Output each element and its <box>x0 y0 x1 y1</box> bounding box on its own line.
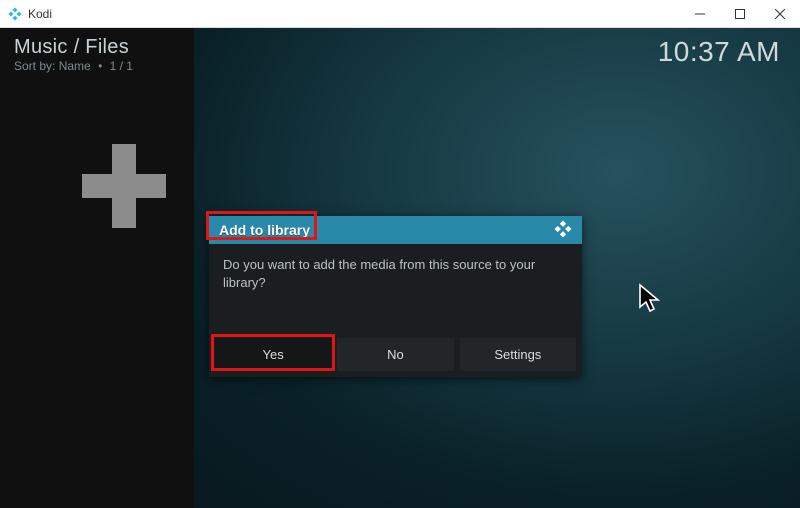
separator-dot: • <box>98 59 102 73</box>
window-minimize-button[interactable] <box>680 0 720 27</box>
app-window: Kodi Music / Files Sort by: Name • 1 / 1 <box>0 0 800 508</box>
window-title: Kodi <box>28 7 680 21</box>
no-button[interactable]: No <box>337 338 453 371</box>
cursor-icon <box>637 283 665 320</box>
add-source-button[interactable] <box>76 138 172 239</box>
dialog-message: Do you want to add the media from this s… <box>209 244 582 332</box>
kodi-logo-icon <box>8 7 22 21</box>
pagination-value: 1 / 1 <box>110 59 133 73</box>
add-to-library-dialog: Add to library Do you want to add the me… <box>209 216 582 377</box>
sort-value[interactable]: Name <box>59 59 91 73</box>
window-close-button[interactable] <box>760 0 800 27</box>
kodi-logo-icon <box>554 220 572 241</box>
dialog-header: Add to library <box>209 216 582 244</box>
sidebar-pane <box>0 28 194 508</box>
yes-button[interactable]: Yes <box>215 338 331 371</box>
dialog-actions: Yes No Settings <box>209 332 582 377</box>
clock: 10:37 AM <box>658 36 780 68</box>
breadcrumb-path: Music / Files <box>14 36 133 59</box>
breadcrumb: Music / Files Sort by: Name • 1 / 1 <box>14 36 133 73</box>
dialog-title: Add to library <box>219 222 554 238</box>
sort-label: Sort by: <box>14 59 55 73</box>
window-controls <box>680 0 800 27</box>
app-content: Music / Files Sort by: Name • 1 / 1 10:3… <box>0 28 800 508</box>
breadcrumb-subtext: Sort by: Name • 1 / 1 <box>14 59 133 73</box>
settings-button[interactable]: Settings <box>460 338 576 371</box>
window-maximize-button[interactable] <box>720 0 760 27</box>
window-titlebar: Kodi <box>0 0 800 28</box>
